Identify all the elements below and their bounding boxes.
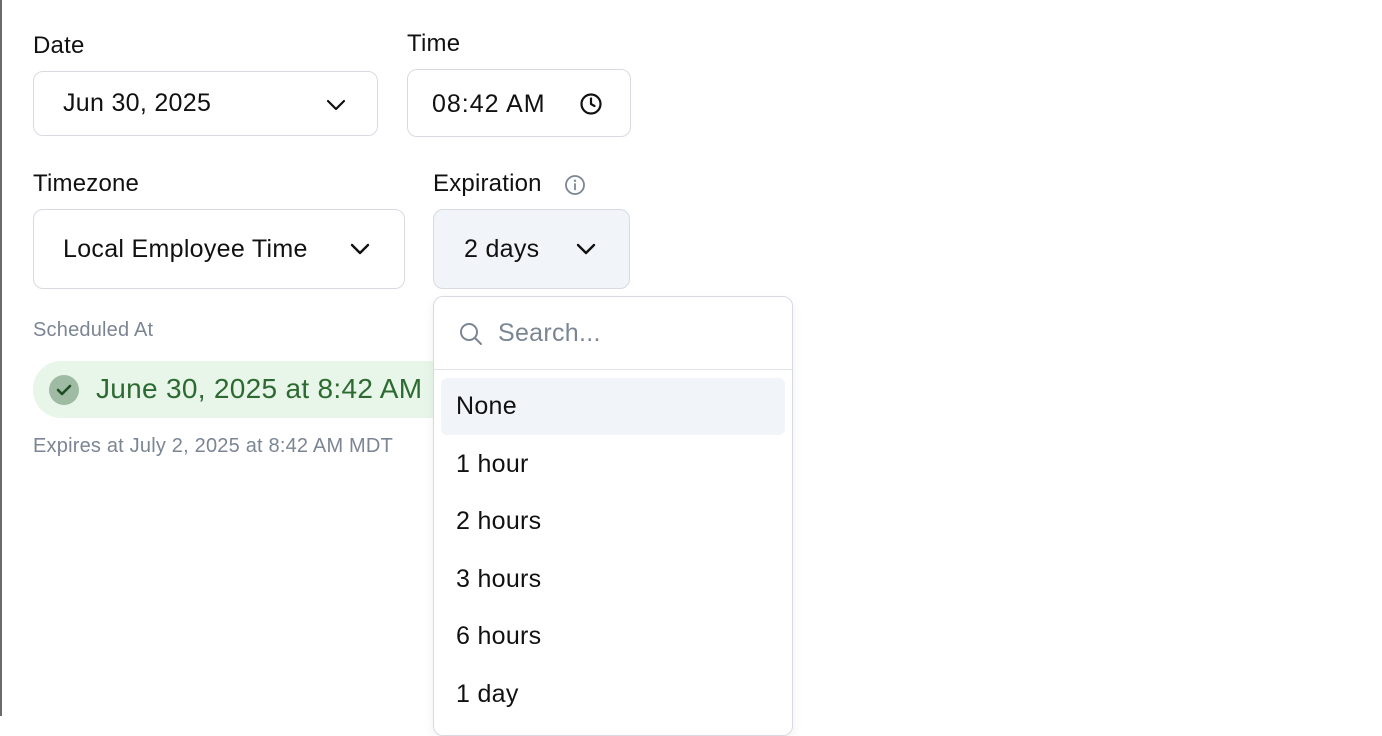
option-1-day[interactable]: 1 day (441, 666, 785, 723)
scheduling-form: Date Jun 30, 2025 Time 08:42 AM Timezone… (0, 0, 1382, 736)
expiration-value: 2 days (464, 235, 540, 263)
info-icon[interactable] (564, 174, 586, 196)
timezone-select[interactable]: Local Employee Time (33, 209, 405, 289)
clock-icon[interactable] (579, 92, 603, 116)
chevron-down-icon (350, 243, 370, 255)
option-none[interactable]: None (441, 378, 785, 435)
expiration-label: Expiration (433, 170, 542, 197)
time-value: 08:42 AM (432, 90, 546, 118)
date-select[interactable]: Jun 30, 2025 (33, 71, 378, 136)
option-6-hours[interactable]: 6 hours (441, 608, 785, 665)
timezone-label: Timezone (33, 170, 140, 197)
option-1-hour[interactable]: 1 hour (441, 436, 785, 493)
time-input[interactable]: 08:42 AM (407, 69, 631, 137)
option-3-hours[interactable]: 3 hours (441, 551, 785, 608)
scheduled-at-label: Scheduled At (33, 319, 154, 341)
option-2-hours[interactable]: 2 hours (441, 493, 785, 550)
search-input[interactable] (498, 315, 768, 351)
chevron-down-icon (326, 99, 346, 111)
chevron-down-icon (576, 243, 596, 255)
expires-text: Expires at July 2, 2025 at 8:42 AM MDT (33, 435, 393, 457)
expiration-dropdown: None 1 hour 2 hours 3 hours 6 hours 1 da… (433, 296, 793, 736)
dropdown-search (434, 297, 792, 370)
date-label: Date (33, 32, 85, 59)
scheduled-at-value: June 30, 2025 at 8:42 AM (96, 373, 423, 404)
time-label: Time (407, 30, 461, 57)
check-circle-icon (49, 375, 79, 405)
expiration-select[interactable]: 2 days (433, 209, 630, 289)
date-value: Jun 30, 2025 (63, 89, 212, 117)
timezone-value: Local Employee Time (63, 235, 308, 263)
scheduled-at-badge: June 30, 2025 at 8:42 AM (33, 361, 453, 418)
search-icon (460, 323, 482, 345)
